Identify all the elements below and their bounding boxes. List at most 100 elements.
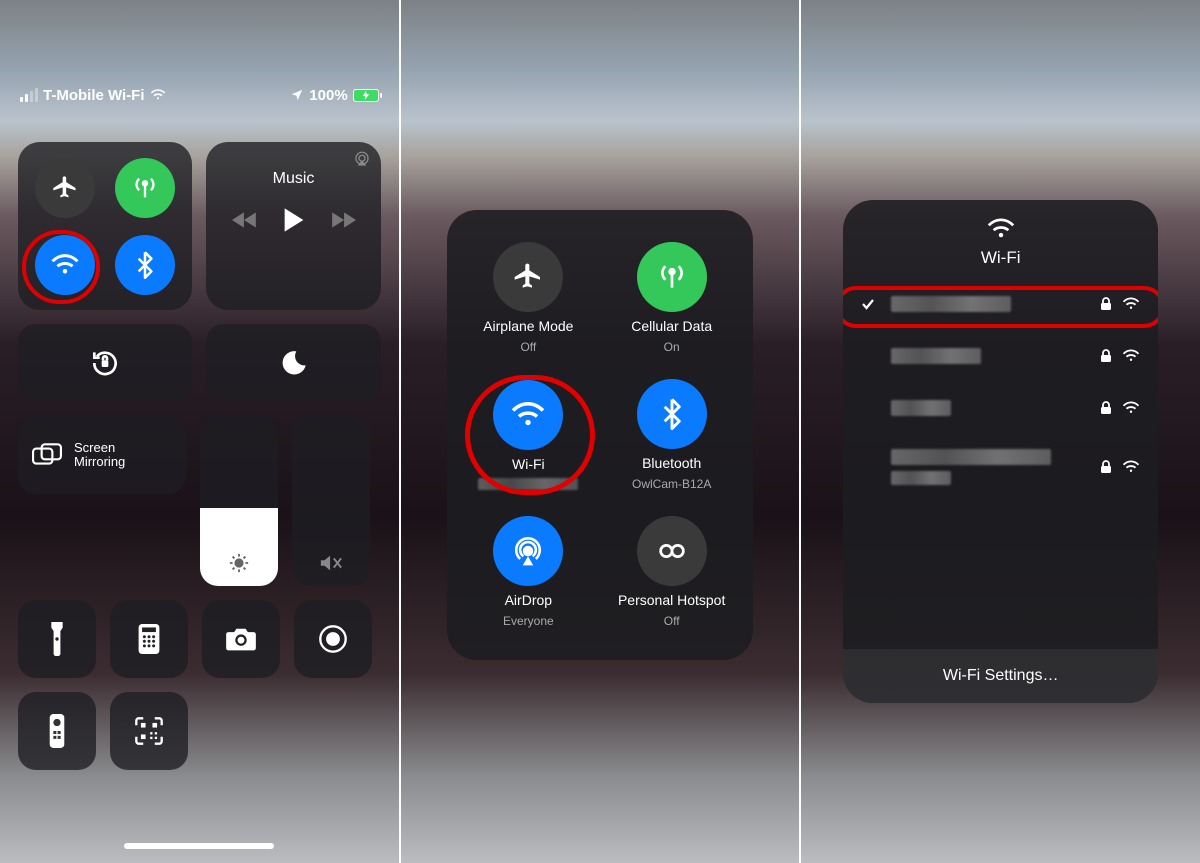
location-arrow-icon (290, 88, 304, 102)
wifi-network-row[interactable] (843, 330, 1158, 382)
wifi-big-toggle[interactable] (493, 380, 563, 450)
calculator-icon (138, 624, 160, 654)
battery-percent: 100% (309, 87, 347, 104)
airdrop-item[interactable]: AirDrop Everyone (457, 503, 600, 640)
cellular-label: Cellular Data (631, 318, 712, 334)
apple-tv-remote-button[interactable] (18, 692, 96, 770)
brightness-icon (228, 552, 250, 574)
bluetooth-toggle[interactable] (115, 235, 175, 295)
wifi-signal-icon (1122, 460, 1140, 474)
cellular-big-toggle[interactable] (637, 242, 707, 312)
lock-icon (1100, 297, 1112, 311)
wifi-network-row[interactable] (843, 278, 1158, 330)
qr-code-icon (134, 716, 164, 746)
cellular-data-item[interactable]: Cellular Data On (600, 230, 743, 367)
cellular-sub: On (664, 340, 680, 354)
wifi-label: Wi-Fi (512, 456, 545, 472)
wifi-picker-card: Wi-Fi (843, 200, 1158, 703)
brightness-slider[interactable] (200, 416, 278, 586)
bluetooth-item[interactable]: Bluetooth OwlCam-B12A (600, 367, 743, 504)
bluetooth-icon (137, 251, 153, 279)
music-title: Music (273, 170, 315, 188)
airplane-mode-toggle[interactable] (35, 158, 95, 218)
airplane-label: Airplane Mode (483, 318, 573, 334)
wifi-status-icon (150, 89, 166, 101)
bluetooth-sub: OwlCam-B12A (632, 477, 711, 491)
calculator-button[interactable] (110, 600, 188, 678)
flashlight-button[interactable] (18, 600, 96, 678)
music-prev-button[interactable] (232, 210, 258, 230)
lock-icon (1100, 349, 1112, 363)
panel-wifi-picker: Wi-Fi (801, 0, 1200, 863)
screen-mirroring-icon (32, 443, 62, 467)
airplane-icon (512, 261, 544, 293)
airplay-audio-icon[interactable] (353, 150, 371, 168)
airplane-icon (51, 174, 79, 202)
airdrop-big-toggle[interactable] (493, 516, 563, 586)
connectivity-card[interactable] (18, 142, 192, 310)
connectivity-expanded-card: Airplane Mode Off Cellular Data On Wi-Fi (447, 210, 754, 660)
lock-icon (1100, 401, 1112, 415)
volume-slider[interactable] (292, 416, 370, 586)
airplane-mode-item[interactable]: Airplane Mode Off (457, 230, 600, 367)
screen-mirroring-label: Screen Mirroring (74, 441, 125, 470)
music-card[interactable]: Music (206, 142, 380, 310)
wifi-signal-icon (1122, 349, 1140, 363)
bluetooth-label: Bluetooth (642, 455, 701, 471)
airplane-mode-big-toggle[interactable] (493, 242, 563, 312)
cellular-antenna-icon (656, 261, 688, 293)
cellular-signal-icon (20, 88, 38, 102)
wifi-settings-button[interactable]: Wi-Fi Settings… (843, 649, 1158, 703)
volume-mute-icon (319, 552, 343, 574)
music-next-button[interactable] (330, 210, 356, 230)
status-bar: T-Mobile Wi-Fi 100% (0, 82, 399, 108)
cellular-antenna-icon (131, 174, 159, 202)
camera-button[interactable] (202, 600, 280, 678)
cellular-data-toggle[interactable] (115, 158, 175, 218)
record-icon (318, 624, 348, 654)
panel-connectivity-expanded: Airplane Mode Off Cellular Data On Wi-Fi (401, 0, 800, 863)
rotation-lock-toggle[interactable] (18, 324, 192, 402)
wifi-toggle[interactable] (35, 235, 95, 295)
carrier-label: T-Mobile Wi-Fi (43, 87, 145, 104)
wifi-signal-icon (1122, 401, 1140, 415)
remote-icon (49, 714, 65, 748)
wifi-network-name-redacted (478, 478, 578, 490)
do-not-disturb-toggle[interactable] (206, 324, 380, 402)
airdrop-sub: Everyone (503, 614, 554, 628)
bluetooth-big-toggle[interactable] (637, 379, 707, 449)
bluetooth-icon (663, 398, 681, 430)
qr-scanner-button[interactable] (110, 692, 188, 770)
camera-icon (225, 626, 257, 652)
airdrop-icon (511, 534, 545, 568)
hotspot-big-toggle[interactable] (637, 516, 707, 586)
wifi-icon (986, 218, 1016, 240)
wifi-network-name-redacted (891, 400, 951, 416)
hotspot-sub: Off (664, 614, 680, 628)
lock-icon (1100, 460, 1112, 474)
wifi-settings-label: Wi-Fi Settings… (943, 667, 1059, 685)
hotspot-item[interactable]: Personal Hotspot Off (600, 503, 743, 640)
wifi-network-name-redacted (891, 471, 951, 485)
wifi-network-name-redacted (891, 348, 981, 364)
screen-mirroring-button[interactable]: Screen Mirroring (18, 416, 186, 494)
airdrop-label: AirDrop (505, 592, 552, 608)
wifi-item[interactable]: Wi-Fi (457, 367, 600, 504)
wifi-icon (510, 401, 546, 429)
checkmark-icon (861, 298, 877, 310)
battery-icon (353, 89, 379, 102)
music-play-button[interactable] (282, 206, 306, 234)
wifi-network-name-redacted (891, 296, 1011, 312)
screen-record-button[interactable] (294, 600, 372, 678)
wifi-signal-icon (1122, 297, 1140, 311)
hotspot-icon (655, 540, 689, 562)
hotspot-label: Personal Hotspot (618, 592, 725, 608)
wifi-network-list (843, 278, 1158, 649)
panel-control-center-compact: T-Mobile Wi-Fi 100% (0, 0, 399, 863)
home-indicator[interactable] (124, 843, 274, 849)
moon-icon (280, 349, 308, 377)
airplane-sub: Off (520, 340, 536, 354)
wifi-network-row[interactable] (843, 382, 1158, 434)
rotation-lock-icon (89, 347, 121, 379)
wifi-network-row[interactable] (843, 434, 1158, 500)
